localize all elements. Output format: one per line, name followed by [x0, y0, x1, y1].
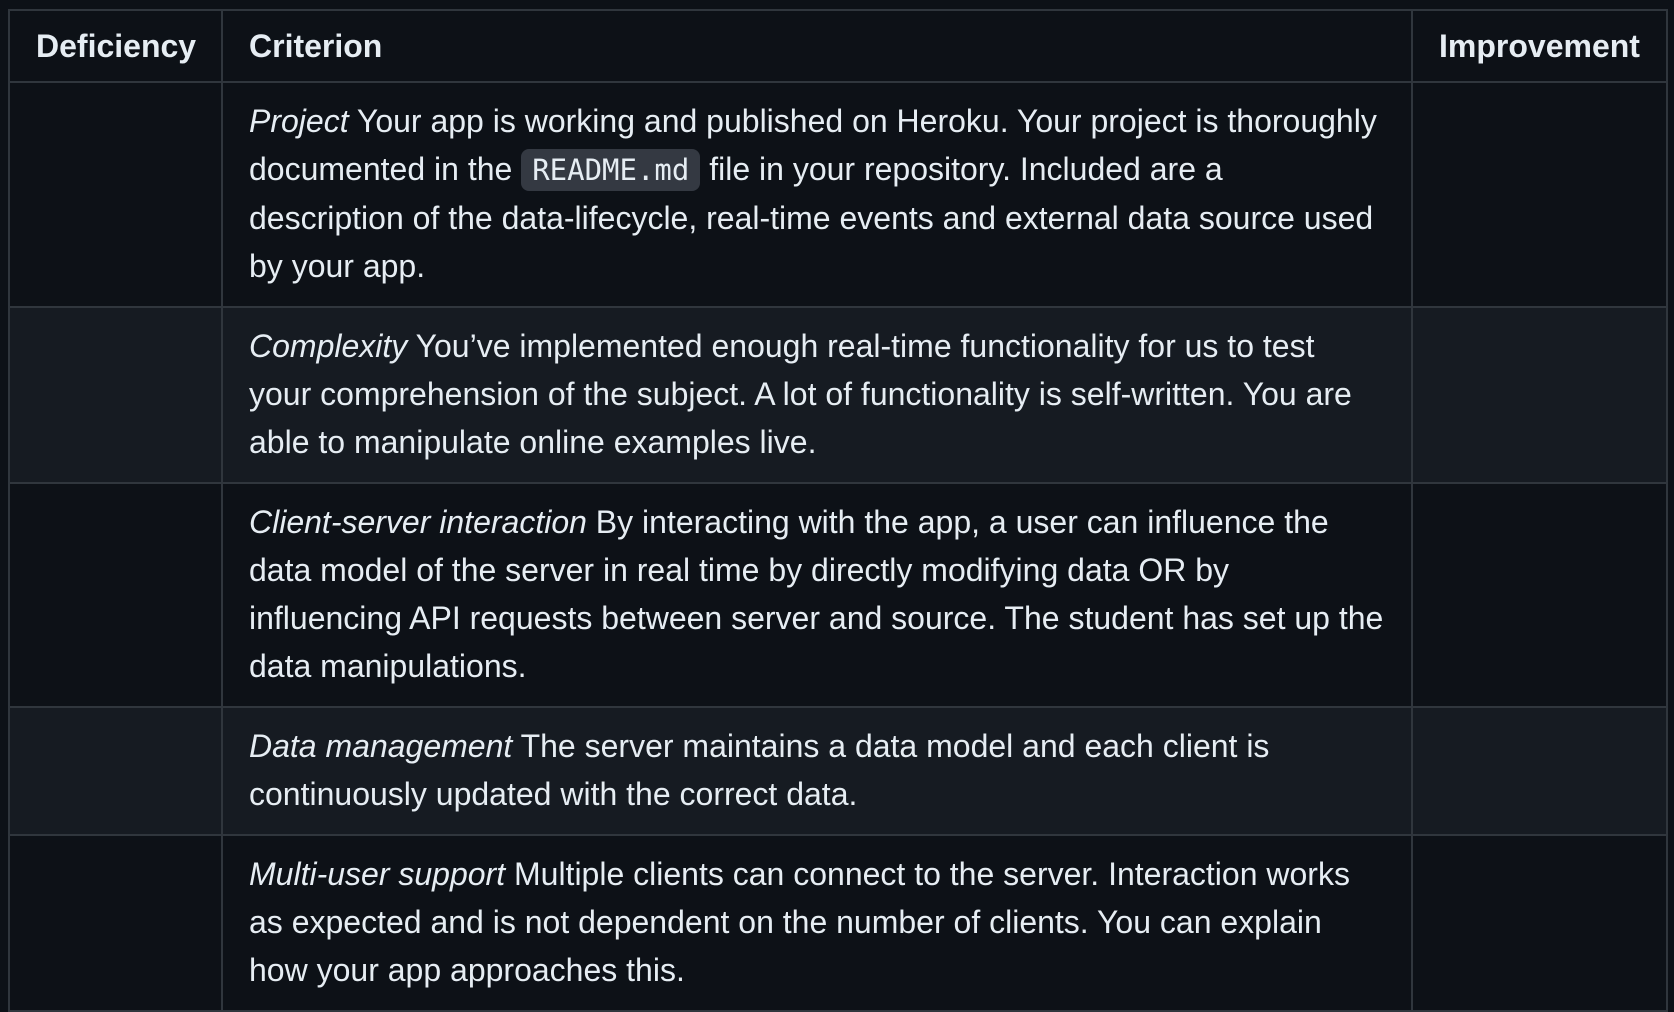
improvement-cell	[1411, 81, 1668, 308]
criterion-cell: Project Your app is working and publishe…	[221, 81, 1413, 308]
deficiency-cell	[8, 706, 223, 836]
table-header: Deficiency Criterion Improvement	[8, 9, 1668, 83]
table-row: Project Your app is working and publishe…	[8, 81, 1668, 308]
deficiency-cell	[8, 482, 223, 708]
improvement-cell	[1411, 834, 1668, 1012]
readme-code: README.md	[521, 149, 701, 191]
criterion-title: Client-server interaction	[249, 504, 587, 540]
criterion-cell: Multi-user support Multiple clients can …	[221, 834, 1413, 1012]
criterion-title: Complexity	[249, 328, 408, 364]
criterion-cell: Data management The server maintains a d…	[221, 706, 1413, 836]
table-row: Client-server interaction By interacting…	[8, 482, 1668, 708]
header-row: Deficiency Criterion Improvement	[8, 9, 1668, 83]
criterion-title: Project	[249, 103, 349, 139]
improvement-cell	[1411, 482, 1668, 708]
rubric-table: Deficiency Criterion Improvement Project…	[8, 9, 1668, 1012]
deficiency-cell	[8, 834, 223, 1012]
deficiency-cell	[8, 306, 223, 484]
header-improvement: Improvement	[1411, 9, 1668, 83]
criterion-title: Data management	[249, 728, 513, 764]
deficiency-cell	[8, 81, 223, 308]
criterion-cell: Client-server interaction By interacting…	[221, 482, 1413, 708]
table-body: Project Your app is working and publishe…	[8, 81, 1668, 1012]
header-deficiency: Deficiency	[8, 9, 223, 83]
improvement-cell	[1411, 306, 1668, 484]
criterion-title: Multi-user support	[249, 856, 506, 892]
header-criterion: Criterion	[221, 9, 1413, 83]
improvement-cell	[1411, 706, 1668, 836]
table-row: Complexity You’ve implemented enough rea…	[8, 306, 1668, 484]
criterion-text: You’ve implemented enough real-time func…	[249, 328, 1352, 460]
table-row: Data management The server maintains a d…	[8, 706, 1668, 836]
table-row: Multi-user support Multiple clients can …	[8, 834, 1668, 1012]
criterion-cell: Complexity You’ve implemented enough rea…	[221, 306, 1413, 484]
